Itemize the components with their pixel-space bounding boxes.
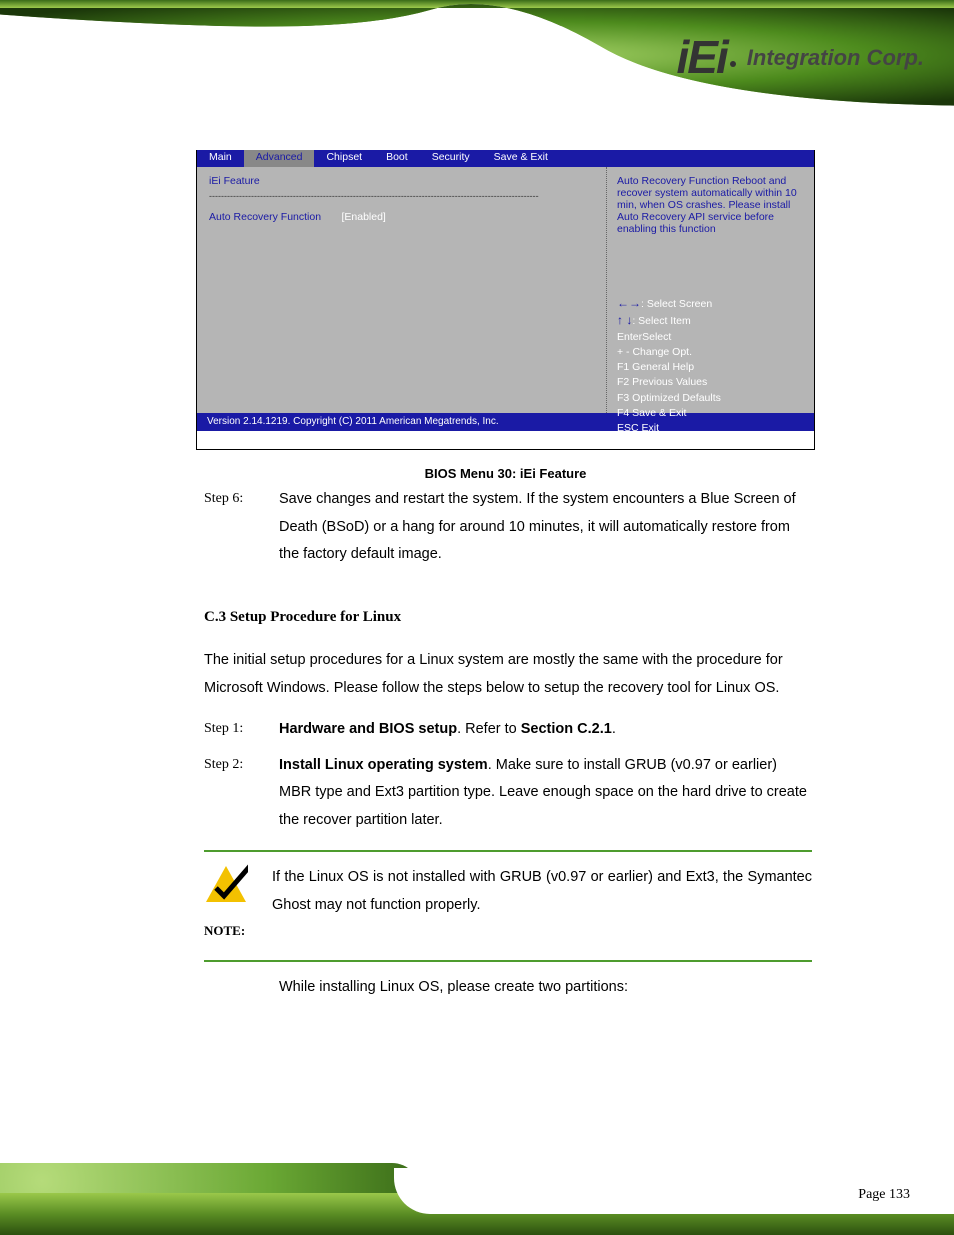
arrow-lr-icon: ←→ <box>617 296 641 310</box>
bios-body: iEi Feature ----------------------------… <box>197 167 814 413</box>
step-2-body: Install Linux operating system. Make sur… <box>279 752 812 835</box>
step-1-mid: . Refer to <box>457 721 521 737</box>
step-6-text: Save changes and restart the system. If … <box>279 486 812 569</box>
bios-menu: Main Advanced Chipset Boot Security Save… <box>197 147 814 167</box>
bios-menu-boot: Boot <box>374 147 420 167</box>
bios-right-desc: Auto Recovery Function Reboot and recove… <box>617 175 804 295</box>
step-6: Step 6: Save changes and restart the sys… <box>204 486 812 569</box>
note-text: If the Linux OS is not installed with GR… <box>272 864 812 919</box>
bios-panel-heading: iEi Feature <box>209 175 594 187</box>
bios-right-panel: Auto Recovery Function Reboot and recove… <box>607 167 814 413</box>
bios-key-f4: F4 Save & Exit <box>617 406 804 421</box>
logo-dot-icon <box>730 61 736 67</box>
brand-logo: iEi Integration Corp. <box>677 30 924 84</box>
bios-key-f3: F3 Optimized Defaults <box>617 391 804 406</box>
page-content: Step 6: Save changes and restart the sys… <box>204 486 812 1001</box>
bios-menu-security: Security <box>420 147 482 167</box>
bios-menu-main: Main <box>197 147 244 167</box>
logo-integration-text: Integration Corp. <box>747 45 924 71</box>
divider-bottom <box>204 960 812 962</box>
divider-top <box>204 850 812 852</box>
bios-key-ud: : Select Item <box>632 315 690 327</box>
step-1: Step 1: Hardware and BIOS setup. Refer t… <box>204 716 812 744</box>
bios-menu-advanced: Advanced <box>244 147 315 167</box>
logo-iei-text: iEi <box>677 31 727 83</box>
page-number: Page 133 <box>858 1187 910 1203</box>
bios-rule: ----------------------------------------… <box>209 191 594 201</box>
figure-caption: BIOS Menu 30: iEi Feature <box>196 466 815 481</box>
note-left: NOTE: <box>204 864 248 943</box>
bios-left-panel: iEi Feature ----------------------------… <box>197 167 607 413</box>
step-1-body: Hardware and BIOS setup. Refer to Sectio… <box>279 716 812 744</box>
step-1-tail: . <box>612 721 616 737</box>
step-6-no: Step 6: <box>204 486 269 569</box>
note-block: NOTE: If the Linux OS is not installed w… <box>204 864 812 943</box>
step-2: Step 2: Install Linux operating system. … <box>204 752 812 835</box>
bios-key-enter: EnterSelect <box>617 330 804 345</box>
section-title: C.3 Setup Procedure for Linux <box>204 603 812 632</box>
step-1-link: Section C.2.1 <box>521 721 612 737</box>
bios-keys: ←→: Select Screen ↑ ↓: Select Item Enter… <box>617 295 804 436</box>
note-check-icon <box>204 864 248 904</box>
bios-key-f1: F1 General Help <box>617 360 804 375</box>
bios-option-value: [Enabled] <box>341 211 385 223</box>
step-2-bold: Install Linux operating system <box>279 757 488 773</box>
bios-option-row: Auto Recovery Function [Enabled] <box>209 211 594 223</box>
bios-option-label: Auto Recovery Function <box>209 211 321 223</box>
post-note-text: While installing Linux OS, please create… <box>279 974 812 1002</box>
bios-menu-save-exit: Save & Exit <box>482 147 560 167</box>
bios-key-lr: : Select Screen <box>641 298 712 310</box>
step-1-no: Step 1: <box>204 716 269 744</box>
note-label: NOTE: <box>204 919 248 944</box>
bios-key-f2: F2 Previous Values <box>617 375 804 390</box>
footer-curve-left <box>0 1163 420 1193</box>
intro-paragraph: The initial setup procedures for a Linux… <box>204 647 812 702</box>
arrow-ud-icon: ↑ ↓ <box>617 313 632 327</box>
bios-screenshot: Aptio Setup Utility – Copyright (C) 2011… <box>196 122 815 450</box>
step-2-no: Step 2: <box>204 752 269 835</box>
bios-key-esc: ESC Exit <box>617 421 804 436</box>
bios-menu-chipset: Chipset <box>314 147 374 167</box>
step-1-bold: Hardware and BIOS setup <box>279 721 457 737</box>
bios-key-pm: + - Change Opt. <box>617 345 804 360</box>
